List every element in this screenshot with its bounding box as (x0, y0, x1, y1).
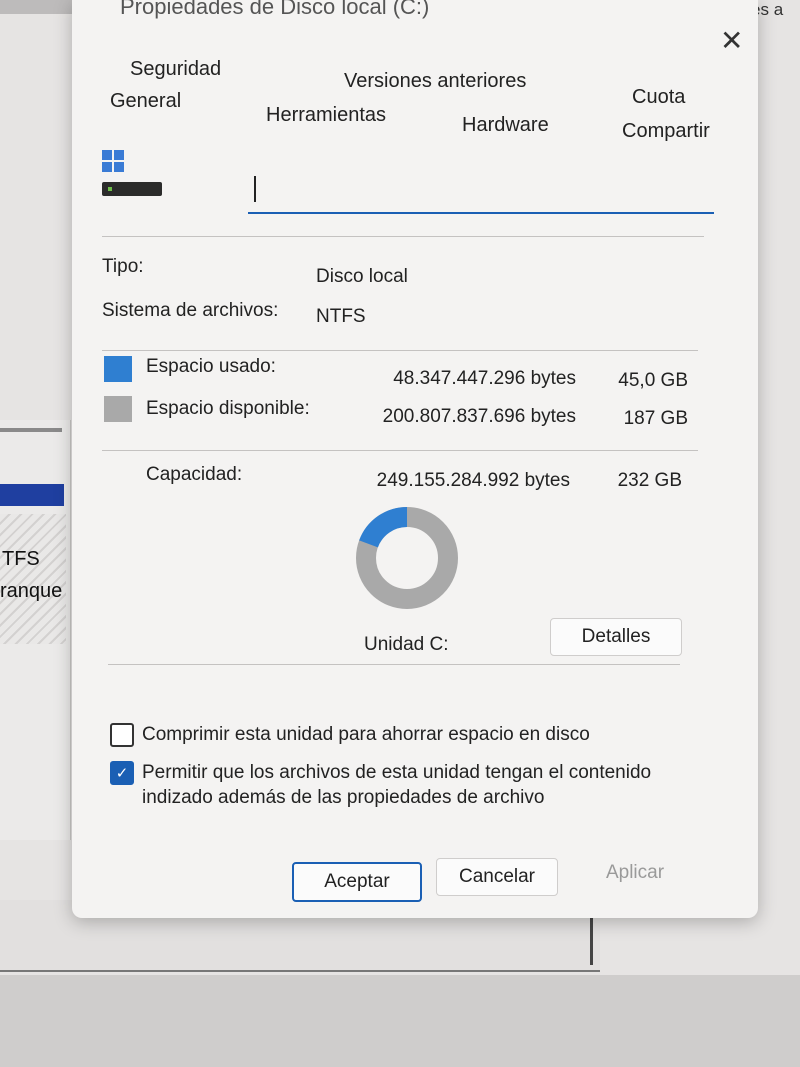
background-selected-bar (0, 484, 64, 506)
used-space-bytes: 48.347.447.296 bytes (393, 368, 576, 389)
used-space-size: 45,0 GB (618, 370, 688, 391)
filesystem-value: NTFS (316, 306, 366, 327)
cancel-button[interactable]: Cancelar (436, 858, 558, 896)
index-label-line1: Permitir que los archivos de esta unidad… (142, 762, 652, 783)
tab-versiones-anteriores[interactable]: Versiones anteriores (344, 70, 526, 93)
tab-compartir[interactable]: Compartir (622, 120, 710, 143)
apply-button[interactable]: Aplicar (580, 854, 690, 892)
disk-usage-donut-chart (356, 507, 458, 609)
filesystem-label: Sistema de archivos: (102, 300, 279, 321)
tab-seguridad[interactable]: Seguridad (130, 58, 221, 81)
separator-space (102, 350, 698, 351)
tab-herramientas[interactable]: Herramientas (266, 104, 386, 127)
text-caret (254, 176, 256, 202)
hard-drive-icon (102, 182, 162, 196)
ok-button[interactable]: Aceptar (292, 862, 422, 902)
compress-option[interactable]: Comprimir esta unidad para ahorrar espac… (110, 722, 590, 747)
drive-icon (102, 150, 162, 200)
tab-cuota[interactable]: Cuota (632, 86, 685, 109)
background-stripe (0, 428, 62, 432)
donut-used-segment (359, 507, 408, 548)
background-text-boot: ranque (0, 580, 63, 602)
free-space-size: 187 GB (623, 408, 688, 429)
used-space-color-swatch (104, 356, 132, 382)
index-option[interactable]: ✓ Permitir que los archivos de esta unid… (110, 760, 651, 810)
free-space-color-swatch (104, 396, 132, 422)
tab-hardware[interactable]: Hardware (462, 114, 549, 137)
free-space-label: Espacio disponible: (146, 398, 310, 419)
windows-logo-icon (102, 150, 124, 172)
separator-capacity (102, 450, 698, 451)
capacity-bytes: 249.155.284.992 bytes (376, 470, 570, 491)
drive-letter-label: Unidad C: (364, 634, 449, 655)
properties-dialog: Propiedades de Disco local (C:) ✕ Seguri… (72, 0, 758, 918)
capacity-label: Capacidad: (146, 464, 243, 485)
free-space-bytes: 200.807.837.696 bytes (382, 406, 576, 427)
background-bottom (0, 975, 800, 1067)
close-icon[interactable]: ✕ (720, 24, 743, 57)
tab-general[interactable]: General (110, 90, 181, 113)
background-text-fs: TFS (2, 548, 40, 570)
compress-checkbox[interactable] (110, 723, 134, 747)
index-label: Permitir que los archivos de esta unidad… (142, 760, 651, 810)
compress-label: Comprimir esta unidad para ahorrar espac… (142, 724, 590, 745)
drive-name-input[interactable] (248, 168, 714, 214)
capacity-size: 232 GB (617, 470, 682, 491)
index-checkbox[interactable]: ✓ (110, 761, 134, 785)
tipo-value: Disco local (316, 266, 408, 287)
tipo-label: Tipo: (102, 256, 144, 277)
separator-top (102, 236, 704, 237)
index-label-line2: indizado además de las propiedades de ar… (142, 787, 545, 808)
dialog-title: Propiedades de Disco local (C:) (120, 0, 430, 19)
details-button[interactable]: Detalles (550, 618, 682, 656)
used-space-label: Espacio usado: (146, 356, 276, 377)
background-hatched-area (0, 514, 66, 644)
separator-bottom (108, 664, 680, 665)
